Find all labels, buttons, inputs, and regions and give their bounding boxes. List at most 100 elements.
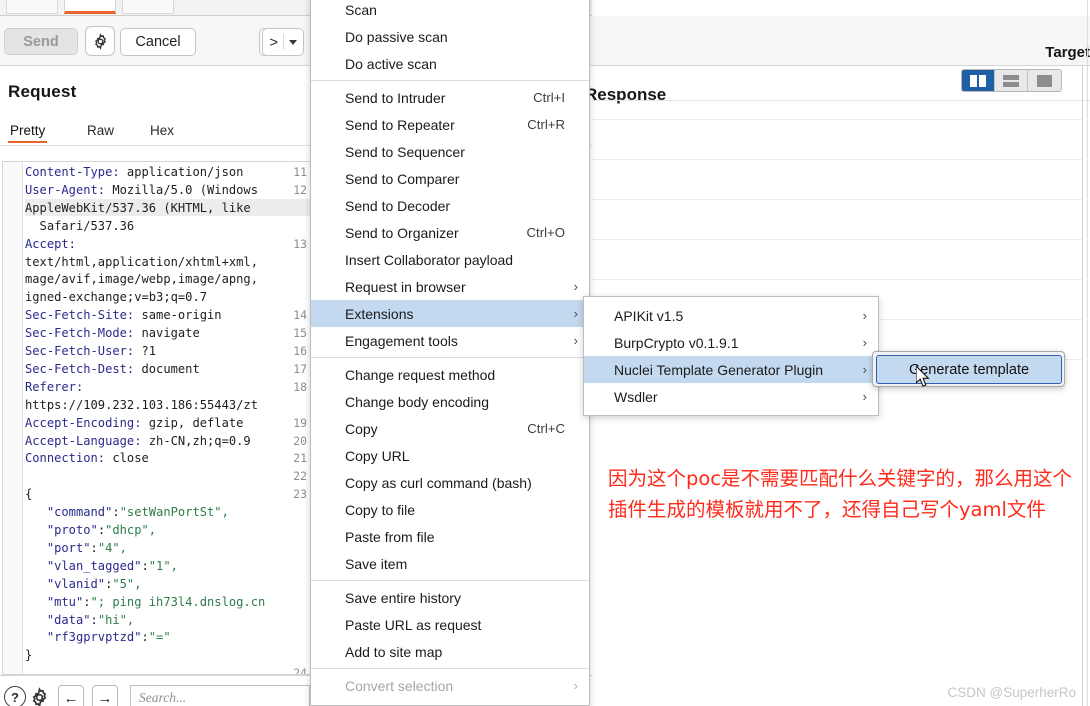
menu-item-send-to-intruder[interactable]: Send to IntruderCtrl+I bbox=[311, 84, 589, 111]
tab-hex[interactable]: Hex bbox=[148, 120, 176, 141]
menu-item-copy[interactable]: CopyCtrl+C bbox=[311, 415, 589, 442]
code-line: AppleWebKit/537.36 (KHTML, like bbox=[25, 200, 251, 218]
submenu-item-burpcrypto-v0-1-9-1[interactable]: BurpCrypto v0.1.9.1› bbox=[584, 329, 878, 356]
context-menu[interactable]: Scan Do passive scan Do active scan Send to… bbox=[310, 0, 590, 706]
menu-item-send-to-comparer[interactable]: Send to Comparer bbox=[311, 165, 589, 192]
code-line: Sec-Fetch-Dest: document bbox=[25, 361, 200, 379]
chevron-right-icon: › bbox=[574, 334, 578, 347]
menu-item-send-to-repeater[interactable]: Send to RepeaterCtrl+R bbox=[311, 111, 589, 138]
request-editor[interactable]: Content-Type: application/jsonUser-Agent… bbox=[2, 161, 310, 675]
window-tab-2-active[interactable] bbox=[64, 0, 116, 14]
code-line: Connection: close bbox=[25, 450, 149, 468]
line-number: 18 bbox=[293, 379, 307, 397]
code-text: igned-exchange;v=b3;q=0.7 bbox=[25, 290, 207, 304]
header-value: ?1 bbox=[134, 344, 156, 358]
menu-item-do-passive-scan[interactable]: Do passive scan bbox=[311, 23, 589, 50]
layout-split-vertical-button[interactable] bbox=[962, 70, 995, 91]
grid-line bbox=[592, 239, 1082, 240]
json-key: "command" bbox=[25, 505, 112, 519]
tab-raw[interactable]: Raw bbox=[85, 120, 116, 141]
send-button[interactable]: Send bbox=[4, 28, 78, 55]
menu-item-label: Do active scan bbox=[345, 56, 437, 72]
watermark: CSDN @SuperherRo bbox=[947, 685, 1076, 700]
menu-item-copy-url[interactable]: Copy URL bbox=[311, 442, 589, 469]
single-pane-icon bbox=[1037, 75, 1052, 87]
header-name: Accept-Language: bbox=[25, 434, 142, 448]
menu-item-label: Copy URL bbox=[345, 448, 410, 464]
window-tab-1[interactable] bbox=[6, 0, 58, 14]
header-value: Mozilla/5.0 (Windows bbox=[105, 183, 258, 197]
gear-icon[interactable] bbox=[85, 26, 115, 56]
search-input[interactable]: Search... bbox=[130, 685, 310, 706]
menu-item-shortcut: Ctrl+I bbox=[533, 90, 565, 105]
chevron-down-icon[interactable] bbox=[289, 40, 297, 45]
menu-item-label: Send to Repeater bbox=[345, 117, 455, 133]
menu-item-extensions[interactable]: Extensions› bbox=[311, 300, 589, 327]
menu-item-label: Do passive scan bbox=[345, 29, 448, 45]
arrow-left-icon[interactable]: ← bbox=[58, 685, 84, 706]
menu-item-do-active-scan[interactable]: Do active scan bbox=[311, 50, 589, 77]
menu-item-engagement-tools[interactable]: Engagement tools› bbox=[311, 327, 589, 354]
grid-line bbox=[592, 279, 1082, 280]
menu-item-label: Save item bbox=[345, 556, 407, 572]
extensions-submenu[interactable]: APIKit v1.5›BurpCrypto v0.1.9.1›Nuclei T… bbox=[583, 296, 879, 416]
json-key: "rf3gprvptzd" bbox=[25, 630, 142, 644]
code-text: https://109.232.103.186:55443/zt bbox=[25, 398, 258, 412]
menu-item-change-body-encoding[interactable]: Change body encoding bbox=[311, 388, 589, 415]
menu-item-paste-url-as-request[interactable]: Paste URL as request bbox=[311, 611, 589, 638]
menu-item-label: Send to Decoder bbox=[345, 198, 450, 214]
menu-item-label: Add to site map bbox=[345, 644, 442, 660]
code-text: { bbox=[25, 487, 32, 501]
menu-item-scan[interactable]: Scan bbox=[311, 0, 589, 23]
menu-item-label: Send to Comparer bbox=[345, 171, 459, 187]
next-request-button[interactable]: > bbox=[262, 28, 304, 56]
menu-item-paste-from-file[interactable]: Paste from file bbox=[311, 523, 589, 550]
submenu-item-label: Wsdler bbox=[614, 389, 658, 405]
menu-item-insert-collaborator-payload[interactable]: Insert Collaborator payload bbox=[311, 246, 589, 273]
generate-template-menu-item[interactable]: Generate template bbox=[876, 355, 1062, 384]
layout-split-horizontal-button[interactable] bbox=[995, 70, 1028, 91]
json-value: "hi", bbox=[98, 613, 134, 627]
layout-toggle-group[interactable] bbox=[961, 69, 1062, 92]
submenu-item-nuclei-template-generator-plugin[interactable]: Nuclei Template Generator Plugin› bbox=[584, 356, 878, 383]
window-tab-3[interactable] bbox=[122, 0, 174, 14]
menu-item-send-to-decoder[interactable]: Send to Decoder bbox=[311, 192, 589, 219]
window-edge-divider bbox=[1087, 0, 1088, 706]
chevron-right-icon: › bbox=[574, 679, 578, 692]
header-name: Accept-Encoding: bbox=[25, 416, 142, 430]
plugin-submenu[interactable]: Generate template bbox=[872, 351, 1065, 387]
header-value: zh-CN,zh;q=0.9 bbox=[142, 434, 251, 448]
menu-item-label: Extensions bbox=[345, 306, 413, 322]
menu-item-send-to-organizer[interactable]: Send to OrganizerCtrl+O bbox=[311, 219, 589, 246]
menu-item-change-request-method[interactable]: Change request method bbox=[311, 361, 589, 388]
submenu-item-apikit-v1-5[interactable]: APIKit v1.5› bbox=[584, 302, 878, 329]
menu-item-send-to-sequencer[interactable]: Send to Sequencer bbox=[311, 138, 589, 165]
cancel-button[interactable]: Cancel bbox=[120, 28, 196, 56]
submenu-item-label: BurpCrypto v0.1.9.1 bbox=[614, 335, 739, 351]
menu-item-copy-as-curl-command-bash[interactable]: Copy as curl command (bash) bbox=[311, 469, 589, 496]
submenu-item-label: Nuclei Template Generator Plugin bbox=[614, 362, 823, 378]
tab-pretty[interactable]: Pretty bbox=[8, 120, 47, 143]
layout-single-pane-button[interactable] bbox=[1028, 70, 1061, 91]
menu-item-save-item[interactable]: Save item bbox=[311, 550, 589, 577]
code-line: Sec-Fetch-User: ?1 bbox=[25, 343, 156, 361]
menu-item-add-to-site-map[interactable]: Add to site map bbox=[311, 638, 589, 665]
header-name: Sec-Fetch-Mode: bbox=[25, 326, 134, 340]
request-code[interactable]: Content-Type: application/jsonUser-Agent… bbox=[25, 162, 310, 674]
menu-item-request-in-browser[interactable]: Request in browser› bbox=[311, 273, 589, 300]
submenu-item-wsdler[interactable]: Wsdler› bbox=[584, 383, 878, 410]
line-number: 14 bbox=[293, 307, 307, 325]
code-line: "vlan_tagged":"1", bbox=[25, 558, 178, 576]
menu-item-label: Paste from file bbox=[345, 529, 434, 545]
menu-item-url-encode-as-you-type[interactable]: URL-encode as you type bbox=[311, 699, 589, 706]
gear-icon[interactable] bbox=[28, 686, 50, 706]
menu-item-copy-to-file[interactable]: Copy to file bbox=[311, 496, 589, 523]
menu-item-label: Paste URL as request bbox=[345, 617, 481, 633]
menu-item-label: Insert Collaborator payload bbox=[345, 252, 513, 268]
arrow-right-icon[interactable]: → bbox=[92, 685, 118, 706]
header-value: document bbox=[134, 362, 200, 376]
code-line: igned-exchange;v=b3;q=0.7 bbox=[25, 289, 207, 307]
menu-item-save-entire-history[interactable]: Save entire history bbox=[311, 584, 589, 611]
question-mark-icon[interactable]: ? bbox=[4, 686, 26, 706]
json-key: "mtu" bbox=[25, 595, 83, 609]
